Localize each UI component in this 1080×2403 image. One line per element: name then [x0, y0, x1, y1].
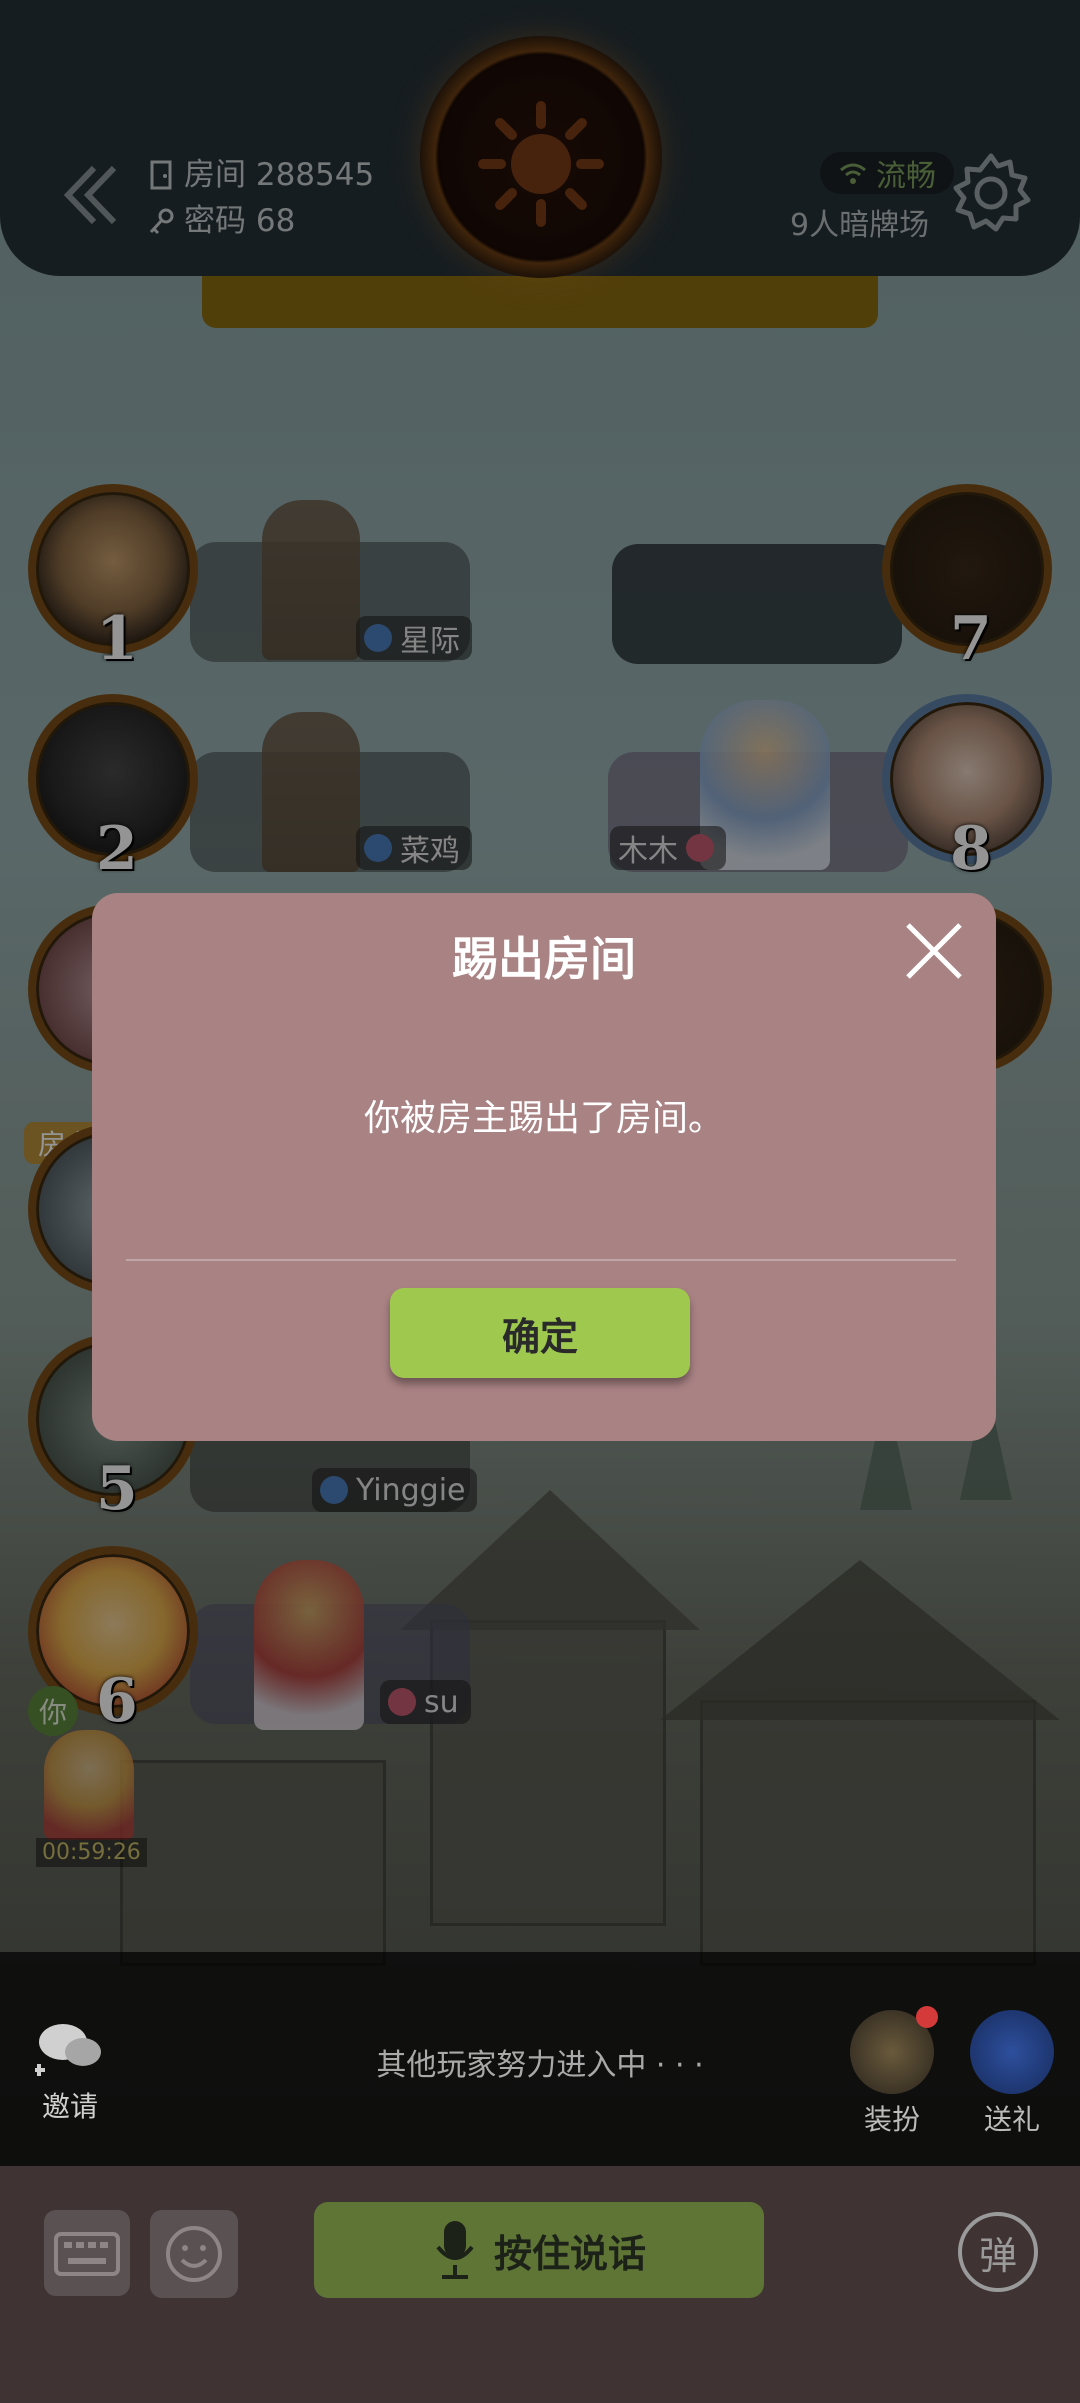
danmu-toggle-button[interactable]: 弹: [958, 2212, 1038, 2292]
dress-up-button[interactable]: 装扮: [846, 2006, 938, 2138]
dialog-divider: [126, 1259, 956, 1261]
kicked-dialog: 踢出房间 你被房主踢出了房间。 确定: [92, 893, 996, 1441]
dress-up-label: 装扮: [863, 2103, 920, 2136]
dress-up-icon: [850, 2006, 938, 2094]
dialog-title: 踢出房间: [452, 932, 636, 986]
smiley-icon: [166, 2226, 222, 2282]
gift-icon: [970, 2010, 1054, 2094]
dialog-message: 你被房主踢出了房间。: [363, 1098, 724, 1139]
emoji-button[interactable]: [150, 2210, 238, 2298]
push-to-talk-button[interactable]: 按住说话: [314, 2202, 764, 2298]
keyboard-icon: [54, 2232, 120, 2276]
keyboard-button[interactable]: [44, 2210, 130, 2296]
push-to-talk-label: 按住说话: [493, 2231, 646, 2276]
confirm-button[interactable]: 确定: [390, 1288, 690, 1378]
microphone-icon: [436, 2221, 474, 2279]
gift-label: 送礼: [983, 2103, 1040, 2136]
close-icon[interactable]: [898, 915, 970, 987]
invite-label: 邀请: [41, 2090, 98, 2123]
notification-dot: [916, 2006, 938, 2028]
danmu-label: 弹: [978, 2233, 1017, 2278]
gift-button[interactable]: 送礼: [966, 2010, 1058, 2138]
